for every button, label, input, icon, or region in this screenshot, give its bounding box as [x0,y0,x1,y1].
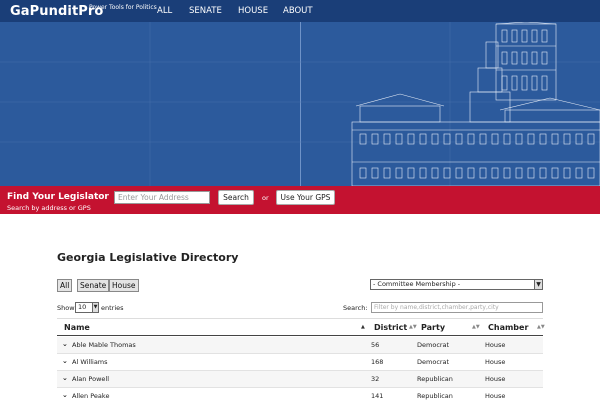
filter-all-button[interactable]: All [57,279,73,292]
find-title: Find Your Legislator [7,192,109,202]
search-label: Search: [343,304,368,312]
column-header-name[interactable]: Name [64,323,90,332]
cell-party: Democrat [417,358,450,366]
cell-chamber: House [485,341,506,349]
capitol-blueprint-image [0,22,600,186]
cell-district: 168 [371,358,384,366]
chevron-down-icon: ▼ [534,280,542,289]
sort-icon[interactable]: ▲▼ [472,324,480,330]
show-label: Show [57,304,75,312]
find-subtitle: Search by address or GPS [7,204,91,212]
cell-name: Al Williams [72,358,108,366]
nav-house[interactable]: HOUSE [238,6,268,16]
filter-house-button[interactable]: House [109,279,139,292]
cell-name: Allen Peake [72,392,110,400]
committee-membership-select[interactable]: - Committee Membership - ▼ [370,279,543,290]
cell-party: Democrat [417,341,450,349]
use-gps-button[interactable]: Use Your GPS [276,190,335,205]
sort-icon[interactable]: ▲▼ [409,324,417,330]
cell-chamber: House [485,375,506,383]
brand-tagline: Power Tools for Politics [89,4,157,11]
cell-chamber: House [485,358,506,366]
search-button[interactable]: Search [218,190,254,205]
cell-party: Republican [417,375,453,383]
entries-label: entries [101,304,124,312]
cell-district: 56 [371,341,380,349]
filter-senate-button[interactable]: Senate [77,279,110,292]
expand-chevron-icon[interactable]: ⌄ [62,391,68,399]
nav-all[interactable]: ALL [157,6,172,16]
cell-name: Alan Powell [72,375,110,383]
table-row[interactable]: ⌄ Al Williams 168 Democrat House [57,354,543,371]
expand-chevron-icon[interactable]: ⌄ [62,357,68,365]
column-header-chamber[interactable]: Chamber [488,323,528,332]
cell-chamber: House [485,392,506,400]
cell-name: Able Mable Thomas [72,341,136,349]
table-row[interactable]: ⌄ Able Mable Thomas 56 Democrat House [57,337,543,354]
table-row[interactable]: ⌄ Allen Peake 141 Republican House [57,388,543,400]
nav-about[interactable]: ABOUT [283,6,313,16]
top-nav-bar: GaPunditPro Power Tools for Politics ALL… [0,0,600,22]
expand-chevron-icon[interactable]: ⌄ [62,340,68,348]
cell-district: 32 [371,375,380,383]
committee-select-value: - Committee Membership - [373,280,461,288]
cell-party: Republican [417,392,453,400]
or-label: or [262,194,269,202]
expand-chevron-icon[interactable]: ⌄ [62,374,68,382]
page-title: Georgia Legislative Directory [57,251,239,264]
chevron-down-icon: ▼ [92,303,98,312]
find-legislator-bar: Find Your Legislator Search by address o… [0,186,600,214]
entries-select-value: 10 [78,303,87,311]
cell-district: 141 [371,392,384,400]
table-filter-input[interactable] [371,302,543,313]
column-header-party[interactable]: Party [421,323,445,332]
table-header: Name ▲ District ▲▼ Party ▲▼ Chamber ▲▼ [57,318,545,336]
entries-per-page-select[interactable]: 10 ▼ [75,302,99,313]
sort-ascending-icon[interactable]: ▲ [361,324,365,330]
nav-senate[interactable]: SENATE [189,6,222,16]
column-header-district[interactable]: District [374,323,407,332]
sort-icon[interactable]: ▲▼ [537,324,545,330]
hero-banner [0,22,600,186]
table-row[interactable]: ⌄ Alan Powell 32 Republican House [57,371,543,388]
address-input[interactable] [114,191,210,204]
